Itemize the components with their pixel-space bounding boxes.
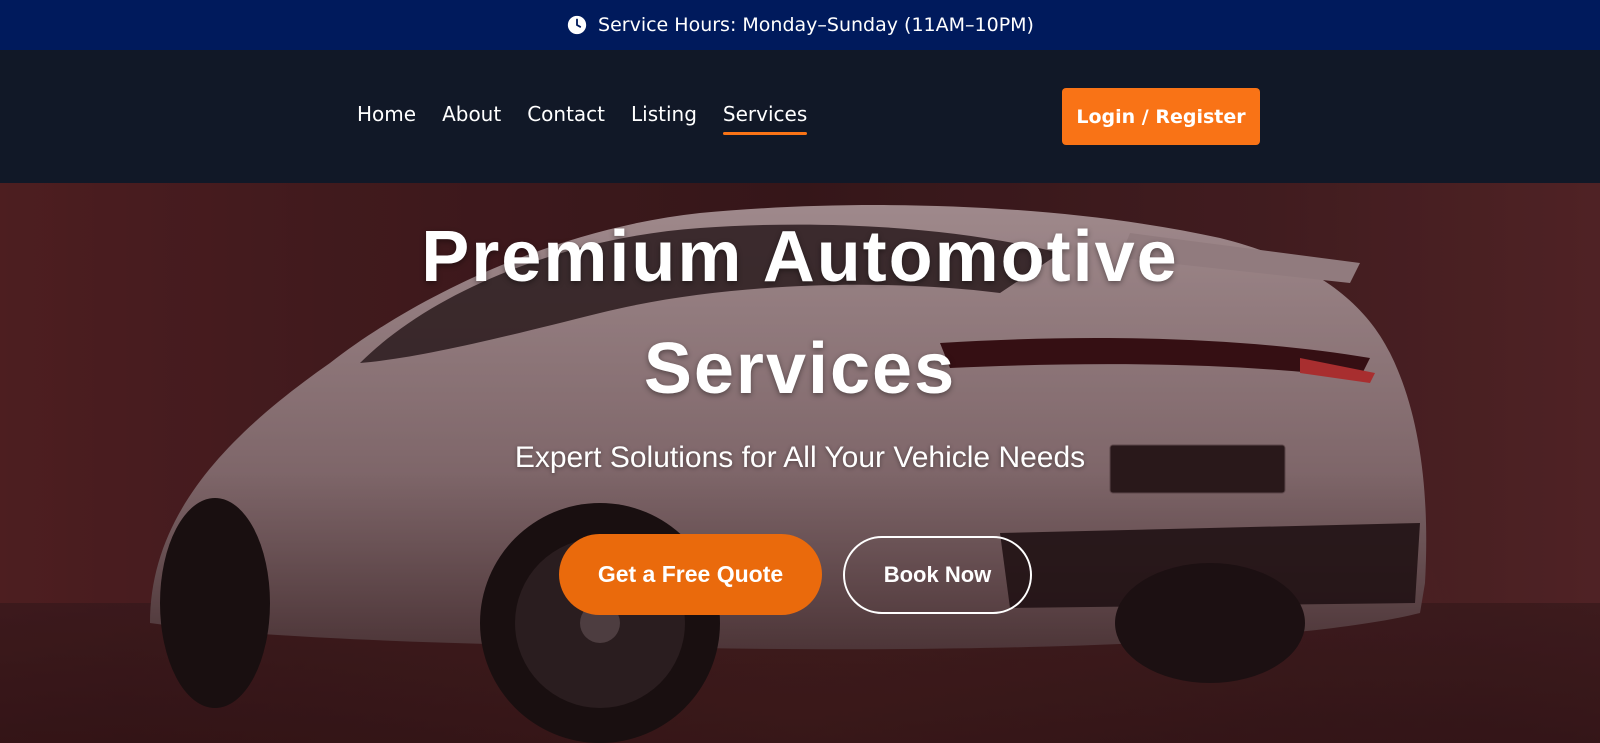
nav-link-home[interactable]: Home [357, 102, 416, 132]
service-hours-bar: Service Hours: Monday–Sunday (11AM–10PM) [0, 0, 1600, 50]
hero-title: Premium Automotive Services [300, 201, 1300, 425]
nav-link-services[interactable]: Services [722, 102, 808, 135]
service-hours-text: Service Hours: Monday–Sunday (11AM–10PM) [598, 14, 1034, 36]
hero-section: Premium Automotive Services Expert Solut… [0, 183, 1600, 743]
hero-subtitle: Expert Solutions for All Your Vehicle Ne… [514, 441, 1086, 474]
nav-link-listing[interactable]: Listing [631, 102, 697, 132]
book-now-button[interactable]: Book Now [843, 536, 1032, 614]
clock-icon [567, 15, 587, 35]
nav-link-contact[interactable]: Contact [527, 102, 605, 132]
get-free-quote-button[interactable]: Get a Free Quote [559, 534, 822, 615]
hero-title-line2: Services [643, 329, 957, 409]
main-navbar: Home About Contact Listing Services Logi… [0, 50, 1600, 183]
nav-link-about[interactable]: About [442, 102, 501, 132]
login-register-button[interactable]: Login / Register [1062, 88, 1260, 145]
nav-links: Home About Contact Listing Services [357, 102, 808, 135]
hero-title-line1: Premium Automotive [421, 217, 1179, 297]
